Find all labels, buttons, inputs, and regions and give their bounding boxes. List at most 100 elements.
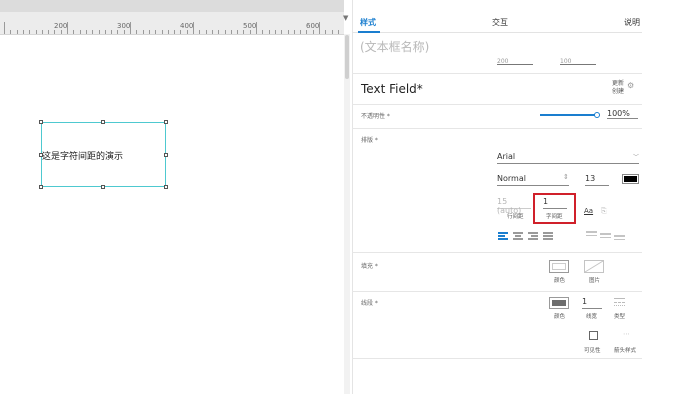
ruler-tick <box>60 30 62 34</box>
resize-handle-n[interactable] <box>101 120 105 124</box>
divider <box>352 291 642 292</box>
create-style-link[interactable]: 创建 <box>612 88 624 95</box>
ruler-tick <box>243 30 245 34</box>
ruler-tick <box>16 30 18 34</box>
ruler-tick <box>186 30 188 34</box>
ruler-tick <box>104 30 106 34</box>
ruler-tick <box>337 30 339 34</box>
char-spacing-caption: 字间距 <box>546 214 563 220</box>
border-width-input[interactable]: 1 <box>582 297 602 309</box>
ruler-tick <box>29 30 31 34</box>
active-tab-indicator <box>358 31 380 33</box>
horizontal-ruler: 200 300 400 500 600 <box>0 12 344 35</box>
align-left-icon[interactable] <box>498 232 508 240</box>
underline-toggle-icon[interactable]: Aa <box>584 207 593 215</box>
ruler-tick <box>22 30 24 34</box>
ruler-tick <box>174 30 176 34</box>
ruler-tick <box>111 30 113 34</box>
font-color-swatch[interactable] <box>622 174 639 184</box>
font-weight-select[interactable]: Normal <box>497 174 569 186</box>
resize-handle-sw[interactable] <box>39 185 43 189</box>
divider <box>352 73 642 74</box>
opacity-slider[interactable] <box>540 114 596 116</box>
ruler-tick <box>249 30 251 34</box>
border-color-fill <box>552 300 566 306</box>
partial-field-left[interactable]: 200 <box>497 58 533 65</box>
ruler-tick <box>218 30 220 34</box>
ruler-dropdown-icon[interactable]: ▼ <box>343 14 348 22</box>
valign-bottom-icon[interactable] <box>614 235 625 243</box>
update-style-link[interactable]: 更新 <box>612 80 624 87</box>
ruler-tick <box>193 22 194 34</box>
ruler-tick <box>54 30 56 34</box>
ruler-tick <box>211 30 213 34</box>
ruler-label: 600 <box>306 22 320 30</box>
canvas-scrollbar[interactable] <box>344 34 350 394</box>
ruler-tick <box>123 30 125 34</box>
canvas-scrollbar-thumb[interactable] <box>345 35 349 79</box>
border-type-icon[interactable] <box>614 298 625 307</box>
text-case-icon[interactable]: ⎘ <box>601 207 607 215</box>
chevron-down-icon[interactable]: ﹀ <box>633 154 639 162</box>
align-right-icon[interactable] <box>528 232 538 240</box>
ruler-label: 200 <box>54 22 68 30</box>
ruler-tick <box>300 30 302 34</box>
font-weight-spinner-icon[interactable]: ⇕ <box>563 173 569 181</box>
resize-handle-ne[interactable] <box>164 120 168 124</box>
ruler-tick <box>331 30 333 34</box>
ruler-tick <box>48 30 50 34</box>
ruler-tick <box>155 30 157 34</box>
tab-style[interactable]: 样式 <box>360 17 376 28</box>
border-label: 线段 * <box>361 300 378 307</box>
arrow-style-icon[interactable]: ⋯ <box>623 330 630 338</box>
ruler-tick <box>256 22 257 34</box>
partial-field-middle[interactable]: 100 <box>560 58 596 65</box>
ruler-tick <box>287 30 289 34</box>
ruler-tick <box>85 30 87 34</box>
opacity-value[interactable]: 100% <box>607 109 638 119</box>
border-type-caption: 类型 <box>614 314 626 320</box>
border-width-caption: 线宽 <box>586 314 598 320</box>
tab-notes[interactable]: 说明 <box>624 17 640 28</box>
valign-middle-icon[interactable] <box>600 233 611 241</box>
resize-handle-nw[interactable] <box>39 120 43 124</box>
line-height-caption: 行间距 <box>507 214 524 220</box>
visibility-checkbox-icon[interactable] <box>589 331 598 340</box>
font-size-input[interactable]: 13 <box>585 174 609 186</box>
divider <box>352 128 642 129</box>
opacity-slider-knob[interactable] <box>594 112 600 118</box>
char-spacing-input[interactable]: 1 <box>543 197 567 209</box>
ruler-tick <box>41 30 43 34</box>
font-weight-value: Normal <box>497 174 526 183</box>
line-height-input[interactable]: 15 (auto) <box>497 197 531 215</box>
ruler-tick <box>161 30 163 34</box>
divider <box>352 358 642 359</box>
widget-name-input[interactable]: (文本框名称) <box>360 38 429 55</box>
resize-handle-e[interactable] <box>164 153 168 157</box>
border-color-swatch[interactable] <box>549 297 569 309</box>
valign-top-icon[interactable] <box>586 231 597 239</box>
ruler-tick <box>224 30 226 34</box>
fill-image-caption: 图片 <box>589 278 601 284</box>
ruler-tick <box>180 30 182 34</box>
ruler-tick <box>268 30 270 34</box>
font-family-value: Arial <box>497 152 516 161</box>
design-canvas[interactable] <box>0 0 344 394</box>
tab-interaction[interactable]: 交互 <box>492 17 508 28</box>
align-center-icon[interactable] <box>513 232 523 240</box>
ruler-label: 500 <box>243 22 257 30</box>
ruler-tick <box>230 30 232 34</box>
fill-color-caption: 颜色 <box>554 278 566 284</box>
ruler-tick <box>281 30 283 34</box>
resize-handle-se[interactable] <box>164 185 168 189</box>
resize-handle-s[interactable] <box>101 185 105 189</box>
ruler-tick <box>312 30 314 34</box>
ruler-tick <box>73 30 75 34</box>
fill-color-swatch[interactable] <box>549 260 569 273</box>
style-settings-icon[interactable]: ⚙ <box>627 82 634 90</box>
ruler-tick <box>205 30 207 34</box>
font-family-select[interactable]: Arial <box>497 152 639 164</box>
fill-image-icon[interactable] <box>584 260 604 273</box>
align-justify-icon[interactable] <box>543 232 553 240</box>
ruler-tick <box>274 30 276 34</box>
